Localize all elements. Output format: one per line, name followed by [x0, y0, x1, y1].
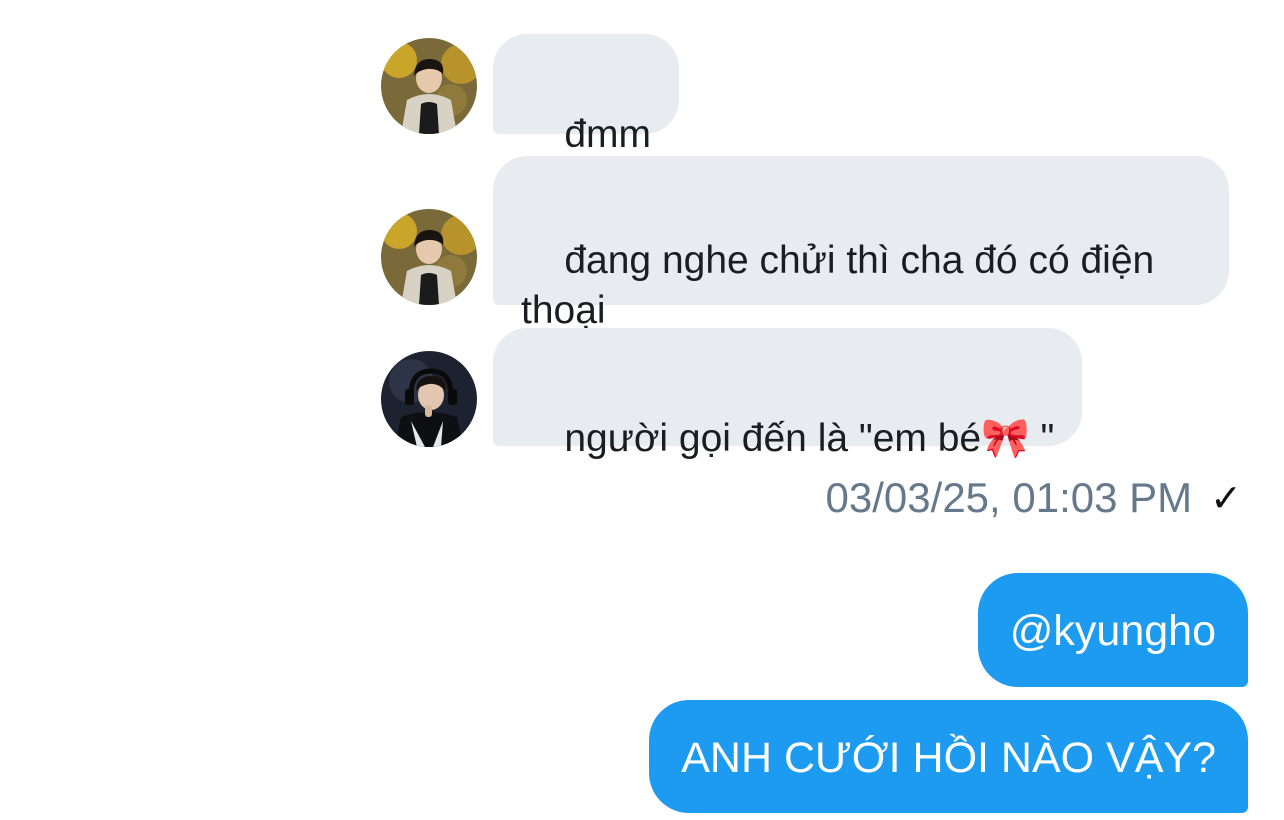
sender-avatar[interactable] [381, 209, 477, 305]
incoming-message-bubble[interactable]: đmm [493, 34, 680, 156]
outgoing-message-bubble[interactable]: @kyungho [977, 573, 1248, 687]
message-text: đang nghe chửi thì cha đó có điện thoại [521, 239, 1155, 332]
avatar-photo [381, 351, 477, 447]
sender-avatar[interactable] [381, 351, 477, 447]
outgoing-message-bubble[interactable]: ANH CƯỚI HỒI NÀO VẬY? [649, 700, 1248, 813]
check-icon: ✓ [1210, 477, 1242, 520]
sender-avatar[interactable] [381, 38, 477, 134]
timestamp-text: 03/03/25, 01:03 PM [825, 474, 1193, 521]
incoming-message-bubble[interactable]: đang nghe chửi thì cha đó có điện thoại [493, 156, 1229, 332]
message-text: ANH CƯỚI HỒI NÀO VẬY? [681, 734, 1216, 782]
dm-conversation: đmm đang nghe chửi thì cha đó có điện th… [0, 0, 1284, 820]
message-timestamp-row: 03/03/25, 01:03 PM ✓ [826, 474, 1242, 522]
incoming-message-bubble[interactable]: người gọi đến là "em bé🎀 " [493, 328, 1083, 460]
avatar-photo [381, 209, 477, 305]
message-text: người gọi đến là "em bé🎀 " [564, 417, 1055, 460]
avatar-photo [381, 38, 477, 134]
message-text: @kyungho [1009, 607, 1216, 655]
message-text: đmm [564, 113, 652, 156]
